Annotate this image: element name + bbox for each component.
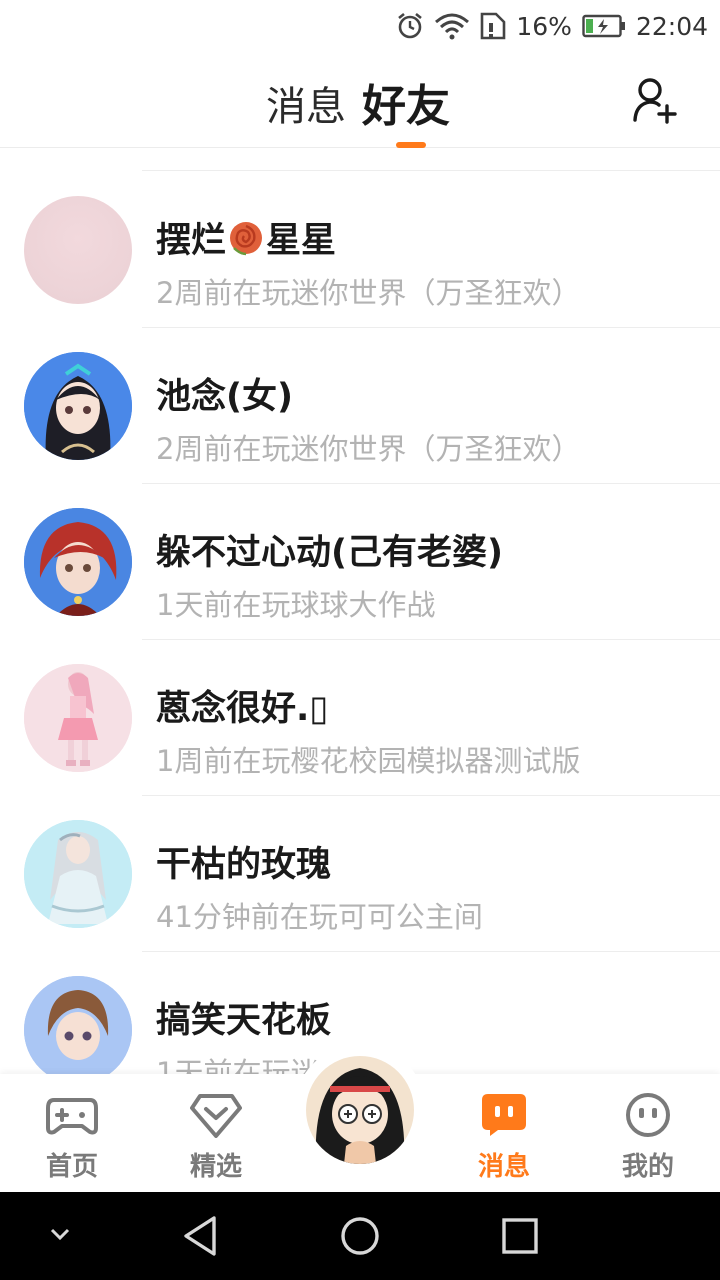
avatar-illustration [24, 976, 132, 1074]
friend-name: 蒽念很好.▯ [156, 689, 329, 729]
face-icon [626, 1093, 670, 1137]
nav-messages[interactable]: 消息 [432, 1074, 576, 1192]
recents-icon[interactable] [500, 1214, 540, 1258]
clock: 22:04 [635, 11, 708, 41]
avatar[interactable] [24, 820, 132, 928]
alarm-icon [398, 12, 423, 39]
center-avatar[interactable] [306, 1056, 414, 1164]
friend-row[interactable]: 蒽念很好.▯ 1周前在玩樱花校园模拟器测试版 [0, 640, 720, 796]
message-icon [482, 1094, 526, 1136]
friends-list: 摆烂 星星 2周前在玩迷你世界（万圣狂欢） 池念(女) 2周前在玩迷你世界（万圣… [0, 148, 720, 1074]
avatar[interactable] [24, 508, 132, 616]
friend-name: 池念(女) [156, 377, 293, 417]
avatar[interactable] [24, 196, 132, 304]
avatar[interactable] [24, 664, 132, 772]
friend-row[interactable]: 池念(女) 2周前在玩迷你世界（万圣狂欢） [0, 328, 720, 484]
nav-label: 首页 [45, 1152, 98, 1182]
nav-home[interactable]: 首页 [0, 1074, 144, 1192]
avatar-illustration [24, 664, 132, 772]
friend-name: 干枯的玫瑰 [156, 845, 332, 885]
friend-name: 搞笑天花板 [156, 1001, 332, 1041]
avatar[interactable] [24, 352, 132, 460]
friend-name: 摆烂 星星 [156, 212, 336, 263]
avatar-illustration [24, 508, 132, 616]
friend-name: 躲不过心动(己有老婆) [156, 533, 503, 573]
battery-percent: 16% [516, 11, 572, 41]
friend-status: 2周前在玩迷你世界（万圣狂欢） [156, 276, 581, 310]
rose-icon [230, 222, 263, 256]
tab-messages[interactable]: 消息 [266, 74, 346, 132]
nav-label: 精选 [189, 1152, 242, 1182]
add-friend-icon[interactable] [632, 76, 680, 124]
friend-row[interactable]: 摆烂 星星 2周前在玩迷你世界（万圣狂欢） [0, 172, 720, 328]
friend-row[interactable]: 躲不过心动(己有老婆) 1天前在玩球球大作战 [0, 484, 720, 640]
tab-friends[interactable]: 好友 [362, 70, 450, 134]
heart-shield-icon [190, 1094, 242, 1138]
friend-status: 2周前在玩迷你世界（万圣狂欢） [156, 432, 581, 466]
nav-label: 我的 [621, 1152, 674, 1182]
divider [142, 170, 720, 171]
friend-row[interactable]: 干枯的玫瑰 41分钟前在玩可可公主间 [0, 796, 720, 952]
avatar-illustration [24, 820, 132, 928]
friend-status: 41分钟前在玩可可公主间 [156, 900, 483, 934]
friend-status: 1周前在玩樱花校园模拟器测试版 [156, 744, 581, 778]
avatar[interactable] [24, 976, 132, 1074]
header: 消息 好友 [0, 52, 720, 148]
friend-name-part: 摆烂 [156, 221, 227, 261]
bottom-nav: 首页 精选 消息 我的 [0, 1044, 720, 1192]
home-icon[interactable] [338, 1214, 382, 1258]
wifi-icon [435, 13, 470, 40]
gamepad-icon [46, 1098, 98, 1135]
avatar-illustration [306, 1056, 414, 1164]
sim-icon [481, 12, 506, 40]
chevron-down-icon[interactable] [48, 1224, 72, 1244]
friend-status: 1天前在玩球球大作战 [156, 588, 436, 622]
status-bar: 16% 22:04 [0, 0, 720, 52]
system-nav-bar [0, 1192, 720, 1280]
nav-featured[interactable]: 精选 [144, 1074, 288, 1192]
nav-label: 消息 [477, 1152, 530, 1182]
friend-name-part: 星星 [266, 221, 337, 261]
back-icon[interactable] [180, 1214, 220, 1258]
battery-icon [582, 14, 625, 38]
avatar-illustration [24, 352, 132, 460]
nav-profile[interactable]: 我的 [576, 1074, 720, 1192]
